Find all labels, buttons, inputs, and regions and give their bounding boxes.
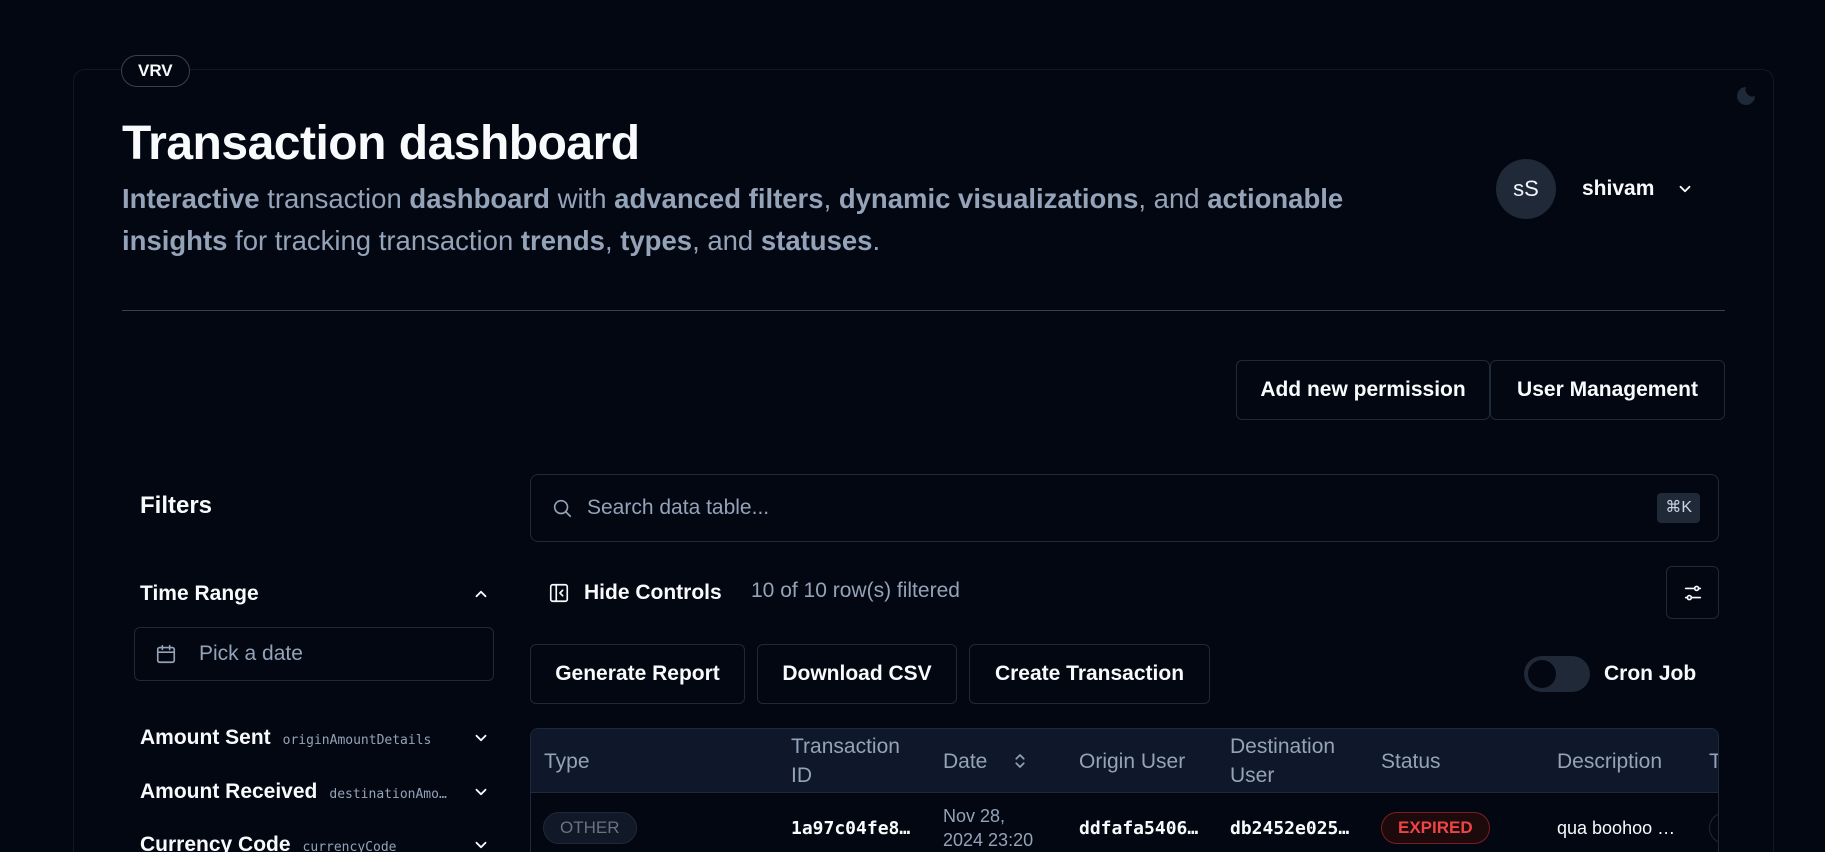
- search-placeholder: Search data table...: [587, 496, 770, 519]
- cron-job-label: Cron Job: [1604, 662, 1697, 685]
- cell-next: [1709, 793, 1718, 852]
- filter-label: Currency Code: [140, 833, 291, 852]
- cell-status: EXPIRED: [1381, 793, 1490, 852]
- hide-controls-button[interactable]: Hide Controls: [548, 577, 722, 609]
- status-badge: EXPIRED: [1381, 812, 1490, 844]
- subtitle-segment: with: [549, 183, 615, 214]
- chevron-down-icon: [475, 788, 487, 796]
- download-csv-button[interactable]: Download CSV: [757, 644, 957, 704]
- search-input[interactable]: Search data table... ⌘K: [530, 474, 1719, 542]
- column-header-type[interactable]: Type: [544, 729, 774, 793]
- filter-amount-sent[interactable]: Amount Sent originAmountDetails: [140, 723, 490, 753]
- calendar-icon: [156, 644, 176, 664]
- filter-label: Amount Sent: [140, 726, 271, 749]
- view-options-button[interactable]: [1666, 566, 1719, 619]
- cell-description: qua boohoo …: [1557, 817, 1676, 838]
- filters-title: Filters: [140, 492, 213, 519]
- cell-destination-user: db2452e025…: [1230, 817, 1350, 839]
- theme-toggle[interactable]: [1734, 84, 1758, 108]
- add-permission-button[interactable]: Add new permission: [1236, 360, 1490, 420]
- search-icon: [553, 499, 572, 518]
- cron-job-toggle[interactable]: Cron Job: [1524, 656, 1696, 692]
- column-header-label: Date: [943, 749, 988, 773]
- column-header-next[interactable]: T: [1709, 729, 1718, 793]
- date-placeholder: Pick a date: [199, 642, 303, 665]
- column-header-destination-user[interactable]: Destination User: [1230, 729, 1380, 793]
- subtitle-segment: statuses: [760, 225, 873, 256]
- column-header-date[interactable]: Date: [943, 729, 1073, 793]
- subtitle-segment: dynamic visualizations: [838, 183, 1139, 214]
- avatar: sS: [1496, 159, 1556, 219]
- generate-report-button[interactable]: Generate Report: [530, 644, 745, 704]
- page-subtitle: Interactive transaction dashboard with a…: [122, 178, 1422, 262]
- subtitle-segment: for tracking transaction: [227, 225, 521, 256]
- chevron-down-icon: [1676, 180, 1694, 198]
- cron-switch[interactable]: [1524, 656, 1590, 692]
- time-line: 2024 23:20: [943, 830, 1034, 850]
- sliders-icon: [1684, 585, 1701, 600]
- column-header-description[interactable]: Description: [1557, 729, 1707, 793]
- filter-amount-received[interactable]: Amount Received destinationAmo…: [140, 777, 490, 807]
- chevron-down-icon: [475, 841, 487, 849]
- user-name: shivam: [1582, 177, 1655, 200]
- panel-left-close-icon: [549, 583, 569, 603]
- filter-key: currencyCode: [302, 840, 397, 852]
- date-picker-input[interactable]: Pick a date: [134, 627, 494, 681]
- cell-date: Nov 28, 2024 23:20: [943, 793, 1033, 852]
- header-divider: [122, 310, 1725, 311]
- subtitle-segment: dashboard: [409, 183, 550, 214]
- subtitle-segment: trends: [520, 225, 605, 256]
- column-header-origin-user[interactable]: Origin User: [1079, 729, 1229, 793]
- user-menu[interactable]: sS shivam: [1496, 159, 1694, 219]
- chevron-down-icon: [475, 734, 487, 742]
- filter-label: Time Range: [140, 582, 259, 605]
- column-header-transaction-id[interactable]: Transaction ID: [791, 729, 921, 793]
- hide-controls-label: Hide Controls: [584, 581, 722, 604]
- switch-knob: [1528, 660, 1556, 688]
- filter-key: originAmountDetails: [282, 733, 432, 748]
- subtitle-segment: advanced filters: [614, 183, 824, 214]
- subtitle-segment: ,: [604, 225, 621, 256]
- subtitle-segment: , and: [692, 225, 761, 256]
- subtitle-segment: .: [872, 225, 881, 256]
- page-title: Transaction dashboard: [122, 117, 640, 170]
- filter-label: Amount Received: [140, 780, 318, 803]
- subtitle-segment: transaction: [259, 183, 410, 214]
- cell-type: OTHER: [543, 793, 637, 852]
- brand-badge: VRV: [121, 55, 190, 87]
- transactions-table: Type Transaction ID Date Origin User Des…: [530, 728, 1719, 852]
- subtitle-segment: Interactive: [122, 183, 260, 214]
- cell-transaction-id: 1a97c04fe8…: [791, 817, 911, 839]
- row-count: 10 of 10 row(s) filtered: [751, 579, 960, 602]
- table-header: Type Transaction ID Date Origin User Des…: [531, 729, 1718, 793]
- column-header-status[interactable]: Status: [1381, 729, 1541, 793]
- filter-currency-code[interactable]: Currency Code currencyCode: [140, 830, 490, 852]
- subtitle-segment: , and: [1138, 183, 1208, 214]
- next-badge: [1709, 812, 1718, 844]
- chevron-up-icon: [475, 590, 487, 598]
- cell-origin-user: ddfafa5406…: [1079, 817, 1199, 839]
- date-line: Nov 28,: [943, 806, 1006, 826]
- type-badge: OTHER: [543, 812, 637, 844]
- keyboard-shortcut: ⌘K: [1657, 493, 1700, 523]
- user-management-button[interactable]: User Management: [1490, 360, 1725, 420]
- filter-time-range[interactable]: Time Range: [140, 579, 490, 609]
- moon-icon: [1737, 87, 1755, 105]
- subtitle-segment: ,: [823, 183, 839, 214]
- create-transaction-button[interactable]: Create Transaction: [969, 644, 1210, 704]
- filter-key: destinationAmo…: [329, 787, 447, 802]
- subtitle-segment: types: [620, 225, 693, 256]
- sort-icon: [1015, 754, 1025, 768]
